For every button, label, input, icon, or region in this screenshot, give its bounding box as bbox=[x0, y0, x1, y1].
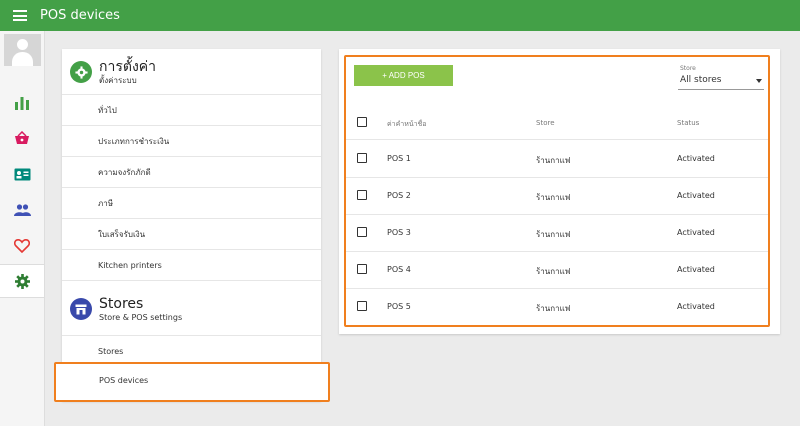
dropdown-caret-icon bbox=[756, 79, 762, 83]
pos-status: Activated bbox=[677, 228, 715, 237]
settings-item-taxes[interactable]: ภาษี bbox=[62, 187, 321, 218]
reports-nav-item[interactable] bbox=[0, 86, 44, 120]
store-filter-label: Store bbox=[680, 65, 696, 72]
column-header-name[interactable]: ค่าคำหน้าชื่อ bbox=[387, 119, 427, 130]
table-row[interactable]: POS 2 ร้านกาแฟ Activated bbox=[346, 178, 768, 215]
row-checkbox[interactable] bbox=[357, 190, 367, 200]
stores-section-title: Stores bbox=[99, 296, 144, 312]
pos-store: ร้านกาแฟ bbox=[536, 230, 571, 239]
navigation-rail bbox=[0, 31, 45, 426]
gear-icon bbox=[14, 273, 30, 289]
settings-item-receipt[interactable]: ใบเสร็จรับเงิน bbox=[62, 218, 321, 249]
pos-name: POS 3 bbox=[387, 228, 411, 237]
settings-gear-icon bbox=[70, 61, 92, 83]
page-title: POS devices bbox=[40, 8, 120, 23]
user-avatar-icon[interactable] bbox=[4, 34, 41, 66]
store-filter-value: All stores bbox=[680, 75, 722, 85]
settings-menu-card: การตั้งค่า ตั้งค่าระบบ ทั่วไป ประเภทการช… bbox=[62, 49, 321, 401]
stores-settings-header: Stores Store & POS settings bbox=[70, 296, 182, 323]
pos-devices-label: POS devices bbox=[99, 376, 149, 385]
stores-item-pos-devices[interactable]: POS devices bbox=[54, 362, 330, 402]
table-row[interactable]: POS 3 ร้านกาแฟ Activated bbox=[346, 215, 768, 252]
top-app-bar: POS devices bbox=[0, 0, 800, 31]
pos-store: ร้านกาแฟ bbox=[536, 156, 571, 165]
hamburger-menu-icon[interactable] bbox=[13, 10, 27, 21]
row-checkbox[interactable] bbox=[357, 301, 367, 311]
bar-chart-icon bbox=[15, 97, 29, 110]
select-all-checkbox[interactable] bbox=[357, 117, 367, 127]
pos-name: POS 5 bbox=[387, 302, 411, 311]
pos-status: Activated bbox=[677, 191, 715, 200]
pos-name: POS 2 bbox=[387, 191, 411, 200]
pos-status: Activated bbox=[677, 265, 715, 274]
column-header-status[interactable]: Status bbox=[677, 119, 699, 127]
settings-item-general[interactable]: ทั่วไป bbox=[62, 94, 321, 125]
store-icon bbox=[70, 298, 92, 320]
id-card-icon bbox=[14, 168, 30, 180]
items-nav-item[interactable] bbox=[0, 157, 44, 191]
table-row[interactable]: POS 1 ร้านกาแฟ Activated bbox=[346, 141, 768, 178]
basket-icon bbox=[15, 131, 29, 144]
people-icon bbox=[13, 204, 31, 216]
pos-store: ร้านกาแฟ bbox=[536, 267, 571, 276]
settings-item-payment-types[interactable]: ประเภทการชำระเงิน bbox=[62, 125, 321, 156]
general-settings-header: การตั้งค่า ตั้งค่าระบบ bbox=[70, 59, 156, 86]
table-row[interactable]: POS 5 ร้านกาแฟ Activated bbox=[346, 289, 768, 326]
settings-section-subtitle: ตั้งค่าระบบ bbox=[99, 76, 137, 85]
column-header-store[interactable]: Store bbox=[536, 119, 555, 127]
pos-store: ร้านกาแฟ bbox=[536, 193, 571, 202]
settings-section-title: การตั้งค่า bbox=[99, 59, 157, 75]
sales-nav-item[interactable] bbox=[0, 121, 44, 155]
settings-item-kitchen-printers[interactable]: Kitchen printers bbox=[62, 249, 321, 280]
add-pos-button[interactable]: + ADD POS bbox=[354, 65, 453, 86]
heart-icon bbox=[14, 239, 30, 253]
pos-name: POS 4 bbox=[387, 265, 411, 274]
settings-item-loyalty[interactable]: ความจงรักภักดี bbox=[62, 156, 321, 187]
settings-nav-list: ทั่วไป ประเภทการชำระเงิน ความจงรักภักดี … bbox=[62, 94, 321, 280]
pos-store: ร้านกาแฟ bbox=[536, 304, 571, 313]
store-filter-select[interactable]: All stores bbox=[678, 73, 764, 90]
pos-status: Activated bbox=[677, 154, 715, 163]
pos-name: POS 1 bbox=[387, 154, 411, 163]
row-checkbox[interactable] bbox=[357, 227, 367, 237]
stores-section-subtitle: Store & POS settings bbox=[99, 313, 183, 322]
table-row[interactable]: POS 4 ร้านกาแฟ Activated bbox=[346, 252, 768, 289]
settings-nav-item[interactable] bbox=[0, 264, 44, 298]
row-checkbox[interactable] bbox=[357, 264, 367, 274]
devices-table-header: ค่าคำหน้าชื่อ Store Status bbox=[346, 107, 768, 140]
customers-nav-item[interactable] bbox=[0, 229, 44, 263]
row-checkbox[interactable] bbox=[357, 153, 367, 163]
pos-status: Activated bbox=[677, 302, 715, 311]
employees-nav-item[interactable] bbox=[0, 193, 44, 227]
